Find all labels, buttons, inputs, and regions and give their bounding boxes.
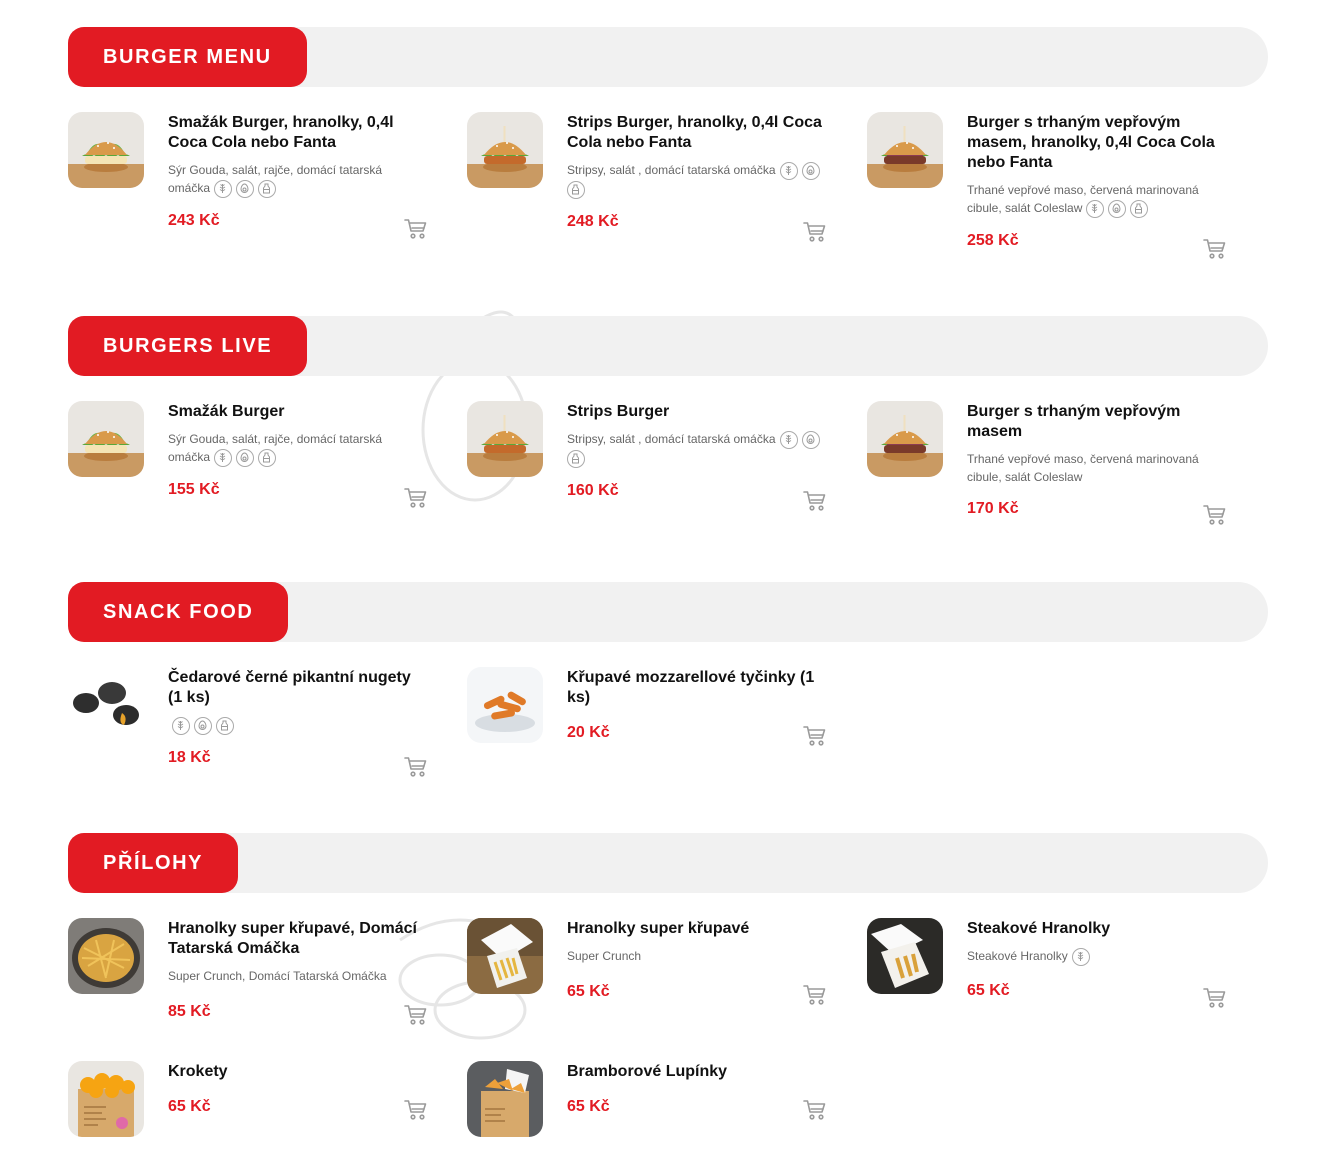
item-price: 170 Kč	[967, 500, 1019, 517]
burger-pork-image[interactable]	[867, 401, 943, 477]
milk-icon[interactable]	[567, 449, 585, 468]
croquettes-box-image[interactable]	[68, 1061, 144, 1137]
gluten-icon[interactable]	[1086, 199, 1105, 218]
item-name[interactable]: Hranolky super křupavé	[567, 919, 827, 939]
item-price: 65 Kč	[168, 1098, 211, 1115]
category-title[interactable]: SNACK FOOD	[68, 582, 289, 642]
milk-icon[interactable]	[1130, 199, 1149, 218]
item-name[interactable]: Strips Burger	[567, 402, 827, 422]
burger-strips-image[interactable]	[467, 401, 543, 477]
mozzarella-sticks-image[interactable]	[467, 667, 543, 743]
egg-icon[interactable]	[236, 448, 255, 467]
item-description: Stripsy, salát , domácí tatarská omáčka	[567, 430, 827, 468]
item-price: 243 Kč	[168, 211, 220, 229]
chips-box-image[interactable]	[467, 1061, 543, 1137]
gluten-icon[interactable]	[1071, 947, 1090, 966]
category-bar: BURGERS LIVE	[68, 316, 1268, 376]
egg-icon[interactable]	[1108, 199, 1127, 218]
add-to-cart-icon[interactable]	[404, 1099, 428, 1121]
item-description	[168, 716, 428, 735]
item-name[interactable]: Strips Burger, hranolky, 0,4l Coca Cola …	[567, 113, 827, 153]
add-to-cart-icon[interactable]	[1203, 987, 1227, 1009]
category-bar: BURGER MENU	[68, 27, 1268, 87]
item-name[interactable]: Burger s trhaným vepřovým masem	[967, 402, 1227, 442]
item-description: Trhané vepřové maso, červená marinovaná …	[967, 452, 1199, 484]
item-price: 258 Kč	[967, 231, 1019, 249]
item-name[interactable]: Krokety	[168, 1062, 428, 1082]
item-name[interactable]: Smažák Burger, hranolky, 0,4l Coca Cola …	[168, 113, 428, 153]
milk-icon[interactable]	[567, 180, 585, 199]
fries-box-image[interactable]	[467, 918, 543, 994]
item-price: 155 Kč	[168, 480, 220, 498]
burger-cheese-image[interactable]	[68, 112, 144, 188]
category-burger-menu: BURGER MENU	[68, 27, 1268, 87]
item-name[interactable]: Burger s trhaným vepřovým masem, hranolk…	[967, 113, 1227, 173]
gluten-icon[interactable]	[779, 161, 798, 180]
item-price: 160 Kč	[567, 481, 619, 499]
add-to-cart-icon[interactable]	[803, 725, 827, 747]
add-to-cart-icon[interactable]	[803, 490, 827, 512]
add-to-cart-icon[interactable]	[404, 487, 428, 509]
fries-basket-image[interactable]	[68, 918, 144, 994]
item-price: 85 Kč	[168, 1003, 211, 1020]
gluten-icon[interactable]	[779, 430, 798, 449]
steak-fries-box-image[interactable]	[867, 918, 943, 994]
item-description: Super Crunch, Domácí Tatarská Omáčka	[168, 969, 387, 983]
item-price: 65 Kč	[567, 1098, 610, 1115]
burger-cheese-image[interactable]	[68, 401, 144, 477]
item-description: Steakové Hranolky	[967, 947, 1227, 966]
gluten-icon[interactable]	[214, 179, 233, 198]
category-snack-food: SNACK FOOD	[68, 582, 1268, 642]
item-description: Sýr Gouda, salát, rajče, domácí tatarská…	[168, 430, 428, 467]
milk-icon[interactable]	[258, 179, 277, 198]
add-to-cart-icon[interactable]	[803, 221, 827, 243]
item-price: 65 Kč	[567, 983, 610, 1000]
add-to-cart-icon[interactable]	[1203, 504, 1227, 526]
category-title[interactable]: BURGER MENU	[68, 27, 307, 87]
item-description: Stripsy, salát , domácí tatarská omáčka	[567, 161, 827, 199]
add-to-cart-icon[interactable]	[404, 756, 428, 778]
burger-strips-image[interactable]	[467, 112, 543, 188]
gluten-icon[interactable]	[172, 716, 190, 735]
add-to-cart-icon[interactable]	[803, 1099, 827, 1121]
category-burgers-live: BURGERS LIVE	[68, 316, 1268, 376]
item-description: Trhané vepřové maso, červená marinovaná …	[967, 181, 1227, 218]
egg-icon[interactable]	[194, 716, 212, 735]
item-description: Super Crunch	[567, 949, 642, 963]
category-title[interactable]: BURGERS LIVE	[68, 316, 308, 376]
burger-pork-image[interactable]	[867, 112, 943, 188]
add-to-cart-icon[interactable]	[404, 1004, 428, 1026]
item-price: 65 Kč	[967, 981, 1010, 999]
item-price: 20 Kč	[567, 724, 610, 741]
item-name[interactable]: Čedarové černé pikantní nugety (1 ks)	[168, 668, 428, 708]
category-bar: SNACK FOOD	[68, 582, 1268, 642]
category-prilohy: PŘÍLOHY	[68, 833, 1268, 893]
add-to-cart-icon[interactable]	[803, 984, 827, 1006]
item-description: Sýr Gouda, salát, rajče, domácí tatarská…	[168, 161, 428, 198]
milk-icon[interactable]	[216, 716, 234, 735]
milk-icon[interactable]	[258, 448, 277, 467]
egg-icon[interactable]	[801, 430, 820, 449]
egg-icon[interactable]	[801, 161, 820, 180]
category-title[interactable]: PŘÍLOHY	[68, 833, 239, 893]
item-name[interactable]: Steakové Hranolky	[967, 919, 1227, 939]
item-name[interactable]: Bramborové Lupínky	[567, 1062, 827, 1082]
item-name[interactable]: Smažák Burger	[168, 402, 428, 422]
gluten-icon[interactable]	[214, 448, 233, 467]
add-to-cart-icon[interactable]	[1203, 238, 1227, 260]
add-to-cart-icon[interactable]	[404, 218, 428, 240]
item-price: 248 Kč	[567, 212, 619, 230]
egg-icon[interactable]	[236, 179, 255, 198]
item-price: 18 Kč	[168, 748, 211, 766]
black-nuggets-image[interactable]	[68, 667, 144, 743]
item-name[interactable]: Hranolky super křupavé, Domácí Tatarská …	[168, 919, 428, 959]
category-bar: PŘÍLOHY	[68, 833, 1268, 893]
item-name[interactable]: Křupavé mozzarellové tyčinky (1 ks)	[567, 668, 827, 708]
